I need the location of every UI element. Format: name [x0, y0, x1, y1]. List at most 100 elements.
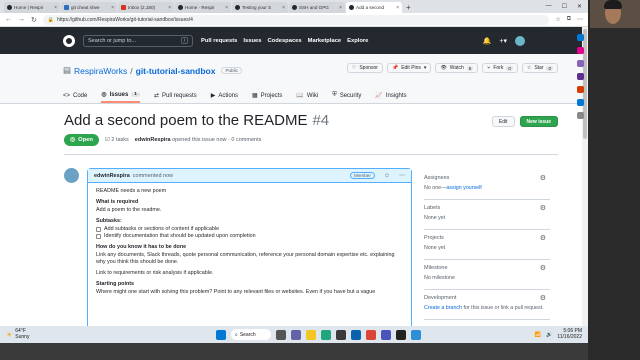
tab-issues[interactable]: ◎ Issues 1: [101, 88, 140, 103]
browser-tab[interactable]: Testing your S ×: [232, 2, 288, 13]
nav-link-explore[interactable]: Explore: [347, 38, 368, 44]
volume-icon[interactable]: 🔊: [546, 332, 552, 338]
tab-pull-requests[interactable]: ⇄ Pull requests: [154, 88, 197, 103]
tasks-indicator[interactable]: ☑ 2 tasks: [105, 137, 129, 143]
sidebar-title[interactable]: Assignees: [424, 175, 550, 181]
repo-owner-link[interactable]: RespiraWorks: [74, 66, 127, 76]
watch-button[interactable]: 👁 Watch 5: [435, 63, 479, 73]
sidebar-title[interactable]: Milestone: [424, 265, 550, 271]
windows-start-icon[interactable]: [216, 329, 226, 340]
maximize-icon[interactable]: ☐: [562, 3, 567, 10]
sidebar-title[interactable]: Projects: [424, 235, 550, 241]
edge-icon[interactable]: [321, 329, 331, 340]
forward-icon[interactable]: →: [18, 16, 25, 23]
gear-icon[interactable]: ⚙: [540, 264, 546, 272]
tab-actions[interactable]: ▶ Actions: [211, 88, 238, 103]
new-issue-button[interactable]: New issue: [519, 116, 558, 127]
task-view-icon[interactable]: [276, 329, 286, 340]
chat-icon[interactable]: [291, 329, 301, 340]
vscode-icon[interactable]: [411, 329, 421, 340]
favorite-star-icon[interactable]: ☆: [555, 16, 560, 23]
gear-icon[interactable]: ⚙: [540, 234, 546, 242]
close-icon[interactable]: ×: [225, 5, 228, 11]
notifications-icon[interactable]: 🔔: [483, 37, 492, 45]
reload-icon[interactable]: ↻: [31, 16, 37, 24]
tab-insights[interactable]: 📈 Insights: [375, 88, 406, 103]
browser-tab[interactable]: Home | Respir ×: [4, 2, 60, 13]
close-icon[interactable]: ×: [54, 5, 57, 11]
nav-link-codespaces[interactable]: Codespaces: [267, 38, 301, 44]
chrome-icon[interactable]: [366, 329, 376, 340]
smiley-icon[interactable]: ☺: [384, 173, 390, 179]
shopping-icon[interactable]: [576, 47, 584, 54]
author-link[interactable]: edwinRespira: [135, 137, 171, 143]
gear-icon[interactable]: ⚙: [540, 174, 546, 182]
tab-projects[interactable]: ▦ Projects: [252, 88, 282, 103]
task-checkbox[interactable]: [96, 234, 101, 239]
tab-code[interactable]: <> Code: [63, 88, 87, 103]
taskbar-search[interactable]: ⌕ Search: [231, 329, 271, 340]
edit-pins-button[interactable]: 📌 Edit Pins ▾: [386, 63, 432, 73]
close-icon[interactable]: ×: [339, 5, 342, 11]
minimize-icon[interactable]: —: [546, 3, 552, 10]
assign-yourself-link[interactable]: assign yourself: [446, 185, 481, 191]
tab-security[interactable]: ⛨ Security: [332, 88, 361, 103]
create-branch-link[interactable]: Create a branch: [424, 305, 462, 311]
clock[interactable]: 5:06 PM 11/16/2022: [557, 328, 582, 340]
browser-tab[interactable]: Inbox (2,180) ×: [118, 2, 174, 13]
close-icon[interactable]: ×: [396, 5, 399, 11]
close-icon[interactable]: ×: [168, 5, 171, 11]
outlook-icon[interactable]: [351, 329, 361, 340]
wifi-icon[interactable]: 📶: [535, 332, 541, 338]
sidebar-value-text: No one—: [424, 185, 447, 191]
close-window-icon[interactable]: ✕: [577, 3, 582, 10]
browser-tab[interactable]: Add a second ×: [346, 2, 402, 13]
tab-wiki[interactable]: 📖 Wiki: [296, 88, 318, 103]
add-icon[interactable]: [576, 112, 584, 119]
plus-icon[interactable]: +▾: [499, 37, 507, 45]
games-icon[interactable]: [576, 73, 584, 80]
issue-comment: edwinRespira commented now Member ☺ ⋯ RE…: [64, 168, 414, 343]
star-button[interactable]: ☆ Star 0: [521, 63, 558, 73]
gear-icon[interactable]: ⚙: [540, 204, 546, 212]
edit-button[interactable]: Edit: [491, 116, 515, 127]
sidebar-title[interactable]: Labels: [424, 205, 550, 211]
nav-link-issues[interactable]: Issues: [243, 38, 261, 44]
projects-icon: ▦: [252, 93, 258, 99]
close-icon[interactable]: ×: [282, 5, 285, 11]
count-badge: 0: [546, 65, 553, 71]
store-icon[interactable]: [336, 329, 346, 340]
search-input[interactable]: Search or jump to... /: [83, 34, 193, 47]
search-icon[interactable]: [576, 34, 584, 41]
back-icon[interactable]: ←: [5, 16, 12, 23]
sponsor-button[interactable]: ♡ Sponsor: [346, 63, 383, 73]
sidebar-title[interactable]: Development: [424, 295, 550, 301]
comment-author-link[interactable]: edwinRespira: [94, 173, 130, 179]
file-explorer-icon[interactable]: [306, 329, 316, 340]
nav-link-marketplace[interactable]: Marketplace: [308, 38, 342, 44]
outlook-icon[interactable]: [576, 99, 584, 106]
browser-tab[interactable]: git cheat shee ×: [61, 2, 117, 13]
kebab-menu-icon[interactable]: ⋯: [399, 172, 405, 179]
teams-icon[interactable]: [381, 329, 391, 340]
tools-icon[interactable]: [576, 60, 584, 67]
avatar[interactable]: [515, 35, 525, 46]
url-input[interactable]: 🔒 https://github.com/RespiraWorks/git-tu…: [42, 14, 550, 25]
issue-sidebar: Assignees ⚙ No one—assign yourself Labels ⚙ N…: [424, 170, 550, 320]
new-tab-icon[interactable]: +: [403, 2, 414, 13]
browser-tab[interactable]: Home · Respir ×: [175, 2, 231, 13]
more-menu-icon[interactable]: ⋯: [577, 16, 583, 23]
repo-name-link[interactable]: git-tutorial-sandbox: [136, 66, 216, 76]
nav-link-pull-requests[interactable]: Pull requests: [201, 38, 237, 44]
fork-button[interactable]: ⑂ Fork 0: [482, 63, 518, 73]
github-logo-icon[interactable]: [63, 34, 75, 47]
collections-icon[interactable]: ⧉: [567, 16, 571, 23]
task-checkbox[interactable]: [96, 227, 101, 232]
terminal-icon[interactable]: [396, 329, 406, 340]
office-icon[interactable]: [576, 86, 584, 93]
gear-icon[interactable]: ⚙: [540, 294, 546, 302]
avatar[interactable]: [64, 168, 79, 183]
close-icon[interactable]: ×: [111, 5, 114, 11]
browser-tab[interactable]: SSH and GPG ×: [289, 2, 345, 13]
github-header: Search or jump to... / Pull requests Issu…: [0, 27, 588, 54]
